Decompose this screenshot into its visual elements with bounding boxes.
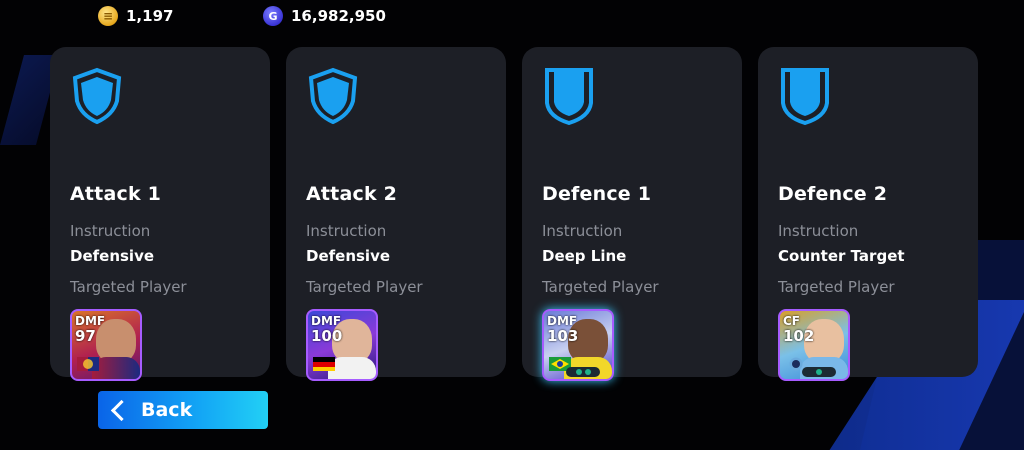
player-position: DMF	[75, 314, 106, 328]
coins-amount: 1,197	[126, 7, 174, 25]
chevron-left-icon	[110, 399, 133, 421]
player-position: CF	[783, 314, 801, 328]
targeted-player-label: Targeted Player	[778, 278, 895, 296]
player-card[interactable]: DMF 100	[306, 309, 378, 381]
targeted-player-label: Targeted Player	[70, 278, 187, 296]
gp-amount: 16,982,950	[291, 7, 386, 25]
chemistry-indicator	[566, 367, 600, 377]
crest-icon	[545, 68, 593, 125]
player-card[interactable]: DMF 103	[542, 309, 614, 381]
instruction-value: Defensive	[70, 247, 155, 265]
player-card[interactable]: DMF 97	[70, 309, 142, 381]
back-button[interactable]: Back	[98, 391, 268, 429]
germany-flag-icon	[313, 357, 335, 371]
player-rating: 102	[783, 327, 815, 345]
targeted-player-label: Targeted Player	[542, 278, 659, 296]
gp-icon: G	[263, 6, 283, 26]
instruction-value: Counter Target	[778, 247, 905, 265]
coins-display: ≡ 1,197	[98, 6, 173, 26]
club-badge-icon	[77, 357, 99, 371]
instruction-card-attack-1[interactable]: Attack 1 Instruction Defensive Targeted …	[50, 47, 270, 381]
targeted-player-label: Targeted Player	[306, 278, 423, 296]
player-rating: 97	[75, 327, 96, 345]
player-rating: 103	[547, 327, 579, 345]
player-card[interactable]: CF 102	[778, 309, 850, 381]
back-button-label: Back	[141, 399, 193, 421]
player-kit	[328, 357, 376, 379]
instruction-card-attack-2[interactable]: Attack 2 Instruction Defensive Targeted …	[286, 47, 506, 381]
instruction-label: Instruction	[542, 222, 623, 240]
card-title: Attack 1	[70, 183, 162, 205]
card-title: Defence 1	[542, 183, 652, 205]
instruction-card-defence-1[interactable]: Defence 1 Instruction Deep Line Targeted…	[522, 47, 742, 381]
shield-icon	[72, 67, 122, 125]
crest-icon	[781, 68, 829, 125]
player-position: DMF	[547, 314, 578, 328]
instruction-value: Deep Line	[542, 247, 627, 265]
player-rating: 100	[311, 327, 343, 345]
card-title: Attack 2	[306, 183, 398, 205]
instruction-label: Instruction	[70, 222, 151, 240]
chemistry-indicator	[802, 367, 836, 377]
card-title: Defence 2	[778, 183, 888, 205]
player-kit	[92, 357, 140, 379]
instruction-label: Instruction	[306, 222, 387, 240]
shield-icon	[308, 67, 358, 125]
player-position: DMF	[311, 314, 342, 328]
instruction-label: Instruction	[778, 222, 859, 240]
instruction-card-defence-2[interactable]: Defence 2 Instruction Counter Target Tar…	[758, 47, 978, 381]
coin-icon: ≡	[98, 6, 118, 26]
gp-display: G 16,982,950	[263, 6, 386, 26]
instruction-value: Defensive	[306, 247, 391, 265]
